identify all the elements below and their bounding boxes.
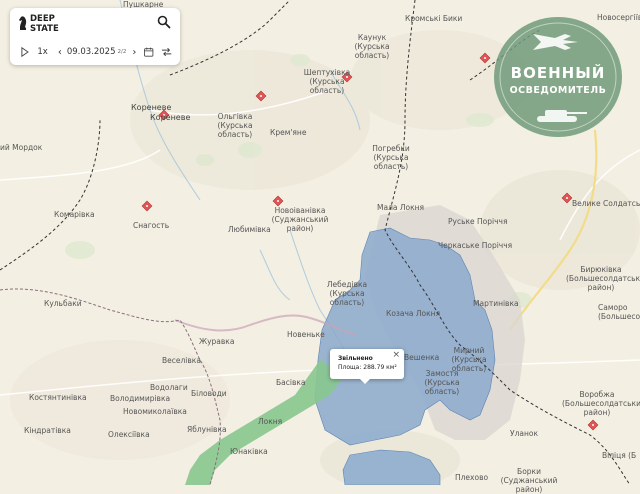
label-oleksiivka: Олексіївка [108, 430, 150, 439]
label-basivka: Басівка [276, 378, 306, 387]
page-indicator: 2/2 [117, 49, 127, 55]
label-ulanok: Уланок [510, 429, 538, 438]
label-novoivanivka: Новоіванівка (Суджанський район) [271, 206, 329, 233]
label-liubymivka: Любимівка [228, 225, 271, 234]
popup-area: Площа: 288.79 км² [338, 364, 397, 371]
label-kromski-byky: Кромські Бики [405, 14, 463, 23]
label-lokhnia: Локня [258, 417, 283, 426]
search-icon[interactable] [157, 15, 171, 29]
label-novomykolaivka: Новомиколаївка [123, 407, 187, 416]
brand-line1: DEEP [30, 14, 55, 24]
label-ruske-porichne: Руське Поріччя [448, 217, 508, 226]
label-kremiane: Крем'яне [270, 128, 307, 137]
label-olhivka: Ольгівка (Курська область) [217, 112, 253, 139]
label-yablunivka: Яблунівка [187, 425, 227, 434]
label-mordok: ий Мордок [0, 143, 43, 152]
label-zhuravka: Журавка [199, 337, 235, 346]
watermark-logo: ВОЕННЫЙ ОСВЕДОМИТЕЛЬ [494, 17, 622, 137]
label-plekhovo: Плехово [455, 473, 489, 482]
label-biriukivka: Бирюківка (Большесолдатський район) [566, 265, 640, 292]
label-kostiantynivka: Костянтинівка [29, 393, 87, 402]
chevron-right-icon[interactable]: › [132, 47, 136, 58]
label-volodymyrivka: Володимирівка [110, 394, 171, 403]
label-snahost: Снагость [133, 221, 170, 230]
label-velyke-soldatske: Велике Солдатське [572, 199, 640, 208]
label-cherkaske-porichne: Черкаське Поріччя [438, 241, 513, 250]
label-vodolahy: Водолаги [150, 383, 188, 392]
label-pohrebky: Погребки (Курська область) [372, 144, 410, 171]
knight-icon [19, 16, 27, 30]
label-kozacha-lokna: Козача Локня [386, 309, 441, 318]
brand-line2: STATE [30, 24, 59, 34]
speed-toggle[interactable]: 1x [37, 47, 47, 57]
label-bieshenka: Вешенка [404, 353, 440, 362]
label-sheptukhivka: Шептухівка (Курська область) [303, 68, 351, 95]
label-samorodkove: Саморо (Большесолд [598, 303, 640, 321]
label-kulbaky: Кульбаки [44, 299, 82, 308]
label-mala-lokna: Мала Локня [377, 203, 425, 212]
compare-icon[interactable] [161, 47, 172, 57]
timeline-controls: 1x ‹ 09.03.2025 2/2 › [20, 45, 172, 59]
label-lebedivka: Лебедівка (Курська область) [326, 280, 368, 307]
control-panel: DEEP STATE 1x ‹ 09.03.2025 2/2 › [10, 8, 180, 65]
label-kindrativka: Кіндратівка [24, 426, 71, 435]
label-zamostia: Замостя (Курська область) [424, 369, 460, 396]
label-bilovody: Біловоди [191, 389, 227, 398]
popup-title: Звільнено [338, 355, 373, 362]
chevron-left-icon[interactable]: ‹ [58, 47, 62, 58]
area-popup: Звільнено Площа: 288.79 км² × [330, 349, 404, 384]
label-novenke: Новеньке [287, 330, 325, 339]
label-vorobzha: Воробжа (Большесолдатський район) [562, 390, 640, 417]
label-kaunuk: Каунук (Курська область) [354, 33, 390, 60]
watermark-line1: ВОЕННЫЙ [511, 63, 606, 82]
label-bilytsia: Віліця (Б [602, 451, 637, 460]
label-martynivka: Мартинівка [473, 299, 519, 308]
close-icon[interactable]: × [392, 350, 400, 360]
label-komarivka: Комарівка [54, 210, 95, 219]
label-korenevo-2: Кореневе [150, 113, 191, 122]
label-borky: Борки (Суджанський район) [500, 467, 558, 494]
date-display[interactable]: 09.03.2025 [67, 47, 116, 57]
label-yunakivka: Юнаківка [230, 447, 268, 456]
label-korenevo-1: Кореневе [131, 103, 172, 112]
label-veselivka: Веселівка [162, 356, 201, 365]
watermark-line2: ОСВЕДОМИТЕЛЬ [510, 85, 607, 96]
calendar-icon[interactable] [144, 47, 154, 57]
play-icon[interactable] [20, 46, 29, 58]
